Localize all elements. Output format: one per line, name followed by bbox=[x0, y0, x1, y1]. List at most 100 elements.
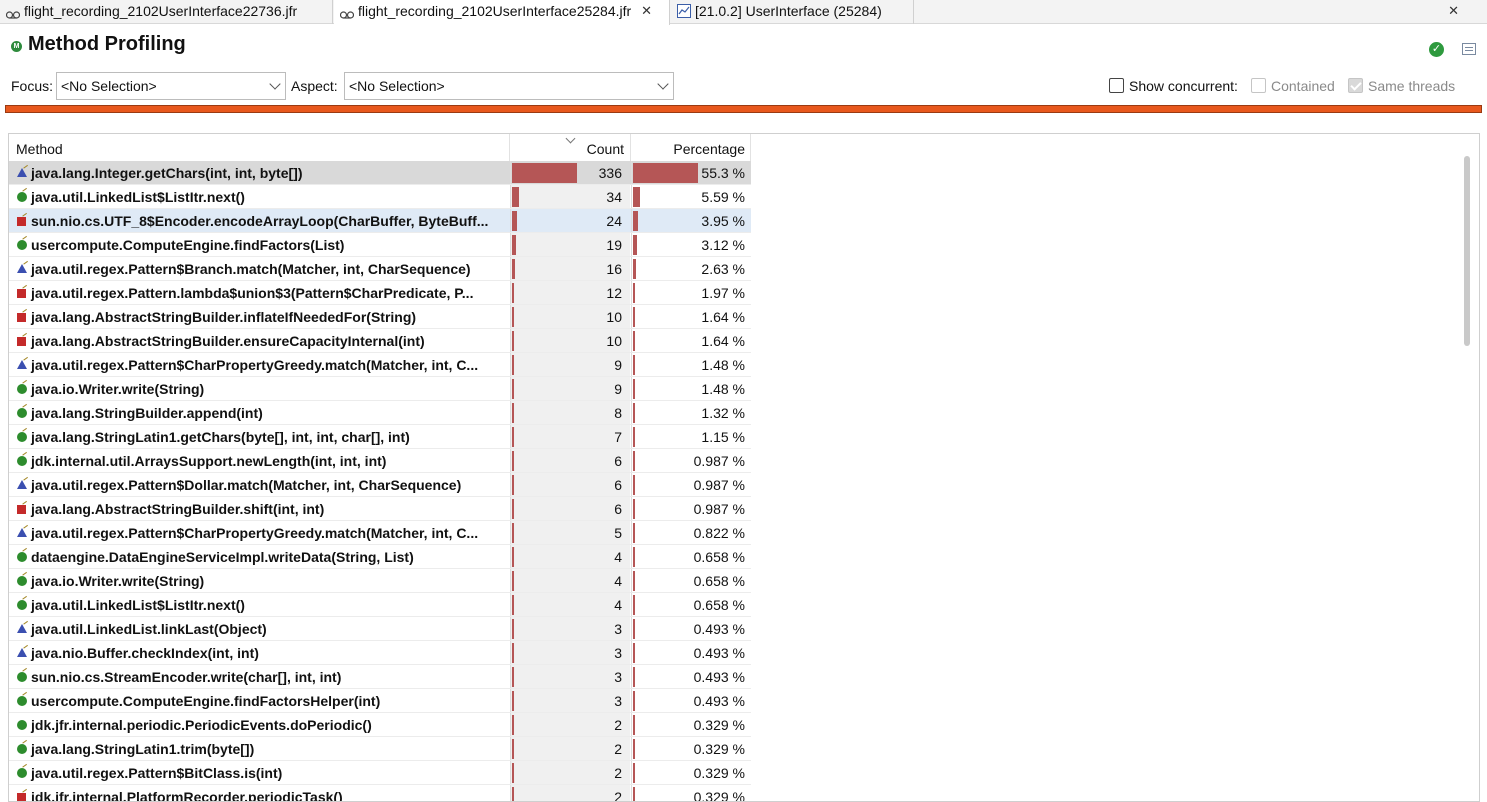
tab-userinterface-console[interactable]: [21.0.2] UserInterface (25284) bbox=[671, 0, 914, 24]
table-row[interactable]: jdk.internal.util.ArraysSupport.newLengt… bbox=[9, 449, 751, 473]
count-cell: 2 bbox=[510, 761, 630, 785]
table-row[interactable]: java.io.Writer.write(String) 4 0.658 % bbox=[9, 569, 751, 593]
table-row[interactable]: usercompute.ComputeEngine.findFactorsHel… bbox=[9, 689, 751, 713]
table-row[interactable]: java.util.regex.Pattern$CharPropertyGree… bbox=[9, 353, 751, 377]
count-bar bbox=[512, 283, 514, 303]
method-public-icon bbox=[17, 384, 27, 394]
count-bar bbox=[512, 187, 519, 207]
count-bar bbox=[512, 331, 514, 351]
table-row[interactable]: java.util.regex.Pattern.lambda$union$3(P… bbox=[9, 281, 751, 305]
table-row[interactable]: jdk.jfr.internal.periodic.PeriodicEvents… bbox=[9, 713, 751, 737]
percentage-value: 0.822 % bbox=[693, 525, 745, 541]
percentage-bar bbox=[633, 307, 635, 327]
method-name: java.util.regex.Pattern$BitClass.is(int) bbox=[31, 765, 283, 781]
percentage-bar bbox=[633, 739, 635, 759]
focus-label: Focus: bbox=[11, 78, 54, 94]
view-menu-icon[interactable] bbox=[1462, 43, 1476, 55]
table-row[interactable]: java.util.LinkedList$ListItr.next() 4 0.65… bbox=[9, 593, 751, 617]
table-row[interactable]: java.lang.AbstractStringBuilder.ensureCa… bbox=[9, 329, 751, 353]
table-row[interactable]: java.lang.StringBuilder.append(int) 8 1.32… bbox=[9, 401, 751, 425]
table-row[interactable]: java.lang.Integer.getChars(int, int, byt… bbox=[9, 161, 751, 185]
count-value: 16 bbox=[606, 261, 622, 277]
percentage-bar bbox=[633, 619, 635, 639]
table-row[interactable]: java.util.regex.Pattern$BitClass.is(int)… bbox=[9, 761, 751, 785]
count-bar bbox=[512, 451, 514, 471]
focus-select[interactable]: <No Selection> bbox=[56, 72, 286, 100]
percentage-cell: 1.64 % bbox=[631, 329, 751, 353]
method-cell: java.util.LinkedList.linkLast(Object) bbox=[9, 617, 509, 641]
table-row[interactable]: java.util.LinkedList$ListItr.next() 34 5.5… bbox=[9, 185, 751, 209]
percentage-bar bbox=[633, 331, 635, 351]
percentage-cell: 1.32 % bbox=[631, 401, 751, 425]
table-row[interactable]: dataengine.DataEngineServiceImpl.writeDa… bbox=[9, 545, 751, 569]
percentage-cell: 0.329 % bbox=[631, 737, 751, 761]
count-cell: 2 bbox=[510, 713, 630, 737]
percentage-value: 0.658 % bbox=[693, 549, 745, 565]
column-header-percentage[interactable]: Percentage bbox=[631, 134, 751, 161]
count-value: 24 bbox=[606, 213, 622, 229]
percentage-value: 1.64 % bbox=[701, 309, 745, 325]
percentage-value: 0.658 % bbox=[693, 597, 745, 613]
close-icon[interactable]: ✕ bbox=[1448, 3, 1459, 19]
method-cell: dataengine.DataEngineServiceImpl.writeDa… bbox=[9, 545, 509, 569]
method-public-icon bbox=[17, 720, 27, 730]
percentage-bar bbox=[633, 547, 635, 567]
count-value: 4 bbox=[614, 549, 622, 565]
table-row[interactable]: java.lang.StringLatin1.trim(byte[]) 2 0.32… bbox=[9, 737, 751, 761]
table-row[interactable]: java.lang.StringLatin1.getChars(byte[], … bbox=[9, 425, 751, 449]
percentage-value: 0.329 % bbox=[693, 717, 745, 733]
ok-check-icon: ✓ bbox=[1429, 42, 1444, 57]
show-concurrent-checkbox[interactable] bbox=[1109, 78, 1124, 93]
percentage-cell: 0.493 % bbox=[631, 665, 751, 689]
table-row[interactable]: sun.nio.cs.StreamEncoder.write(char[], i… bbox=[9, 665, 751, 689]
method-name: sun.nio.cs.StreamEncoder.write(char[], i… bbox=[31, 669, 342, 685]
contained-checkbox[interactable] bbox=[1251, 78, 1266, 93]
count-value: 9 bbox=[614, 357, 622, 373]
table-row[interactable]: java.io.Writer.write(String) 9 1.48 % bbox=[9, 377, 751, 401]
method-cell: java.lang.StringBuilder.append(int) bbox=[9, 401, 509, 425]
percentage-value: 2.63 % bbox=[701, 261, 745, 277]
table-row[interactable]: usercompute.ComputeEngine.findFactors(Li… bbox=[9, 233, 751, 257]
table-row[interactable]: java.lang.AbstractStringBuilder.inflateI… bbox=[9, 305, 751, 329]
method-protected-icon bbox=[17, 648, 27, 657]
count-cell: 19 bbox=[510, 233, 630, 257]
method-cell: java.util.regex.Pattern$CharPropertyGree… bbox=[9, 353, 509, 377]
table-row[interactable]: jdk.jfr.internal.PlatformRecorder.period… bbox=[9, 785, 751, 801]
tab-recording-25284[interactable]: flight_recording_2102UserInterface25284.… bbox=[334, 0, 670, 25]
timeline-bar[interactable] bbox=[5, 105, 1482, 113]
same-threads-label: Same threads bbox=[1368, 78, 1456, 94]
count-value: 10 bbox=[606, 309, 622, 325]
percentage-cell: 0.493 % bbox=[631, 617, 751, 641]
method-public-icon bbox=[17, 240, 27, 250]
count-bar bbox=[512, 475, 514, 495]
percentage-value: 0.329 % bbox=[693, 741, 745, 757]
count-cell: 6 bbox=[510, 497, 630, 521]
count-value: 4 bbox=[614, 573, 622, 589]
aspect-select[interactable]: <No Selection> bbox=[344, 72, 674, 100]
column-header-method[interactable]: Method bbox=[9, 134, 510, 161]
percentage-value: 1.48 % bbox=[701, 381, 745, 397]
method-cell: java.io.Writer.write(String) bbox=[9, 569, 509, 593]
method-profiling-table: Method Count Percentage java.lang.Intege… bbox=[8, 133, 1480, 802]
percentage-value: 0.987 % bbox=[693, 453, 745, 469]
count-cell: 3 bbox=[510, 617, 630, 641]
percentage-bar bbox=[633, 643, 635, 663]
table-row[interactable]: java.util.regex.Pattern$CharPropertyGree… bbox=[9, 521, 751, 545]
table-row[interactable]: java.util.regex.Pattern$Dollar.match(Mat… bbox=[9, 473, 751, 497]
table-row[interactable]: java.util.regex.Pattern$Branch.match(Mat… bbox=[9, 257, 751, 281]
table-row[interactable]: java.lang.AbstractStringBuilder.shift(in… bbox=[9, 497, 751, 521]
tab-recording-22736[interactable]: flight_recording_2102UserInterface22736.… bbox=[0, 0, 333, 24]
count-value: 19 bbox=[606, 237, 622, 253]
count-value: 3 bbox=[614, 621, 622, 637]
method-name: java.io.Writer.write(String) bbox=[31, 573, 205, 589]
tab-label: flight_recording_2102UserInterface25284.… bbox=[358, 3, 632, 19]
focus-select-value: <No Selection> bbox=[61, 78, 157, 94]
table-row[interactable]: java.util.LinkedList.linkLast(Object) 3 0.… bbox=[9, 617, 751, 641]
same-threads-checkbox[interactable] bbox=[1348, 78, 1363, 93]
method-name: java.util.regex.Pattern.lambda$union$3(P… bbox=[31, 285, 474, 301]
method-name: java.util.regex.Pattern$Branch.match(Mat… bbox=[31, 261, 471, 277]
vertical-scrollbar[interactable] bbox=[1464, 156, 1470, 346]
table-row[interactable]: sun.nio.cs.UTF_8$Encoder.encodeArrayLoop… bbox=[9, 209, 751, 233]
table-row[interactable]: java.nio.Buffer.checkIndex(int, int) 3 0.4… bbox=[9, 641, 751, 665]
close-tab-icon[interactable]: ✕ bbox=[641, 3, 652, 19]
